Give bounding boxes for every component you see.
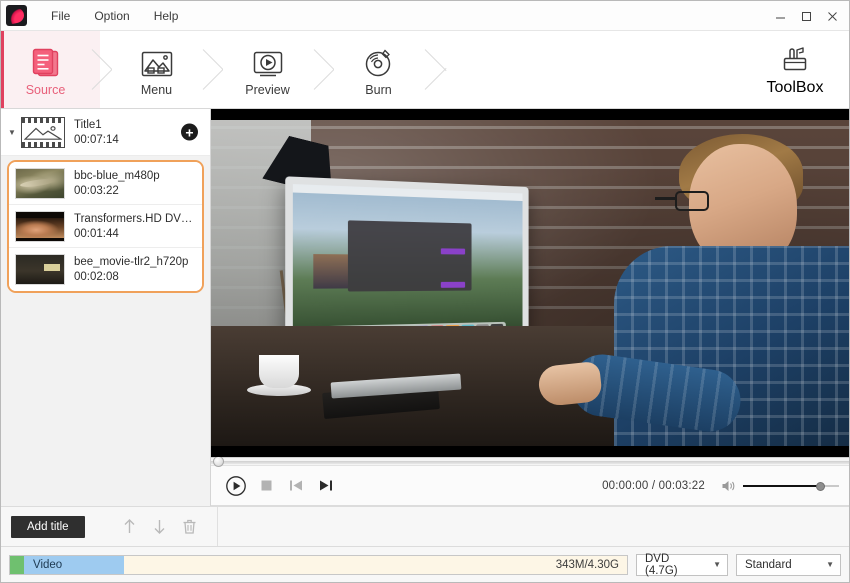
letterbox-top: [211, 109, 849, 120]
chevron-down-icon: ▼: [826, 560, 834, 569]
clip-thumbnail: [15, 210, 65, 242]
volume-handle[interactable]: [815, 481, 825, 491]
add-title-button[interactable]: Add title: [11, 515, 85, 538]
volume-fill: [743, 484, 818, 487]
minimize-icon[interactable]: [767, 4, 793, 28]
volume-slider[interactable]: [743, 481, 839, 491]
window-controls: [767, 1, 845, 31]
transport-bar: 00:00:00 / 00:03:22: [211, 466, 849, 506]
chevron-down-icon[interactable]: ▼: [5, 128, 19, 137]
list-item[interactable]: bee_movie-tlr2_h720p 00:02:08: [9, 248, 202, 291]
title-bar: File Option Help: [1, 1, 849, 31]
video-preview[interactable]: [211, 109, 849, 457]
app-logo-icon: [6, 5, 27, 26]
tab-source-label: Source: [25, 82, 66, 97]
disk-usage-video-segment: Video: [24, 555, 124, 574]
title-duration: 00:07:14: [74, 133, 119, 146]
tab-menu[interactable]: Menu: [112, 31, 201, 108]
step-tabs: Source Menu Preview Burn: [1, 31, 445, 108]
clip-duration: 00:02:08: [74, 271, 119, 283]
tab-source[interactable]: Source: [1, 31, 90, 108]
stop-icon[interactable]: [251, 471, 281, 501]
quality-select[interactable]: Standard ▼: [736, 553, 841, 576]
tab-preview-label: Preview: [245, 82, 290, 97]
quality-value: Standard: [745, 558, 792, 571]
tab-preview[interactable]: Preview: [223, 31, 312, 108]
clip-name: Transformers.HD DVD...: [74, 212, 196, 225]
play-circle-icon[interactable]: [221, 471, 251, 501]
clip-meta: bee_movie-tlr2_h720p 00:02:08: [74, 256, 188, 283]
volume-control[interactable]: [721, 479, 839, 493]
disk-usage-menu-segment: [10, 555, 24, 574]
film-image-icon: [21, 116, 65, 148]
monitor-play-icon: [251, 43, 285, 79]
skip-forward-icon[interactable]: [311, 471, 341, 501]
tab-menu-label: Menu: [140, 82, 173, 97]
menu-item-file[interactable]: File: [39, 5, 82, 27]
disc-type-value: DVD (4.7G): [645, 552, 678, 577]
seek-track: [211, 461, 849, 464]
disk-usage-text: 343M/4.30G: [555, 558, 619, 571]
clip-list: bbc-blue_m480p 00:03:22 Transformers.HD …: [7, 160, 204, 293]
tab-burn-label: Burn: [365, 82, 392, 97]
maximize-icon[interactable]: [793, 4, 819, 28]
title-name: Title1: [74, 118, 102, 131]
list-action-buttons: [119, 516, 201, 538]
speaker-icon[interactable]: [721, 479, 737, 493]
menu-item-help[interactable]: Help: [142, 5, 191, 27]
tab-toolbox-label: ToolBox: [766, 78, 824, 96]
seek-bar[interactable]: [211, 456, 849, 467]
tab-toolbox[interactable]: ToolBox: [749, 31, 841, 108]
step-divider-1: [90, 31, 112, 108]
step-divider-2: [201, 31, 223, 108]
skip-back-icon[interactable]: [281, 471, 311, 501]
menu-bar: File Option Help: [39, 5, 190, 27]
step-divider-4: [423, 31, 445, 108]
disk-usage-bar: Video 343M/4.30G: [9, 554, 628, 575]
clip-name: bbc-blue_m480p: [74, 169, 160, 182]
clip-meta: Transformers.HD DVD... 00:01:44: [74, 213, 196, 240]
action-divider: [216, 506, 218, 547]
preview-panel: 00:00:00 / 00:03:22: [211, 109, 849, 506]
status-bar: Video 343M/4.30G DVD (4.7G) ▼ Standard ▼: [1, 546, 849, 582]
letterbox-bottom: [211, 446, 849, 457]
step-divider-3: [312, 31, 334, 108]
list-item[interactable]: Transformers.HD DVD... 00:01:44: [9, 205, 202, 248]
close-icon[interactable]: [819, 4, 845, 28]
clip-duration: 00:01:44: [74, 227, 119, 240]
title-meta: Title1 00:07:14: [74, 119, 119, 146]
chevron-down-icon: ▼: [713, 560, 721, 569]
clip-meta: bbc-blue_m480p 00:03:22: [74, 170, 160, 197]
seek-handle[interactable]: [213, 456, 224, 467]
step-ribbon: Source Menu Preview Burn ToolBox: [1, 31, 849, 109]
source-sidebar: ▼ Title1 00:07:14 + bbc-blue_m480p 00:03…: [1, 109, 211, 506]
action-bar: Add title: [1, 506, 849, 547]
title-row[interactable]: ▼ Title1 00:07:14 +: [1, 109, 210, 156]
main-body: ▼ Title1 00:07:14 + bbc-blue_m480p 00:03…: [1, 109, 849, 506]
disc-burn-icon: [363, 43, 395, 79]
toolbox-icon: [779, 43, 811, 75]
clip-thumbnail: [15, 167, 65, 199]
clip-thumbnail: [15, 254, 65, 285]
arrow-down-icon[interactable]: [149, 516, 171, 538]
video-frame: [211, 120, 849, 446]
time-display: 00:00:00 / 00:03:22: [602, 479, 705, 492]
add-file-button[interactable]: +: [181, 123, 198, 141]
disc-type-select[interactable]: DVD (4.7G) ▼: [636, 552, 728, 577]
menu-item-option[interactable]: Option: [82, 5, 141, 27]
clip-duration: 00:03:22: [74, 184, 119, 197]
trash-icon[interactable]: [179, 516, 201, 538]
clip-name: bee_movie-tlr2_h720p: [74, 256, 189, 268]
list-item[interactable]: bbc-blue_m480p 00:03:22: [9, 162, 202, 205]
arrow-up-icon[interactable]: [119, 516, 141, 538]
tab-burn[interactable]: Burn: [334, 31, 423, 108]
document-stack-icon: [31, 43, 61, 79]
picture-icon: [140, 43, 174, 79]
application-window: File Option Help Source Menu Preview Bur…: [0, 0, 850, 583]
